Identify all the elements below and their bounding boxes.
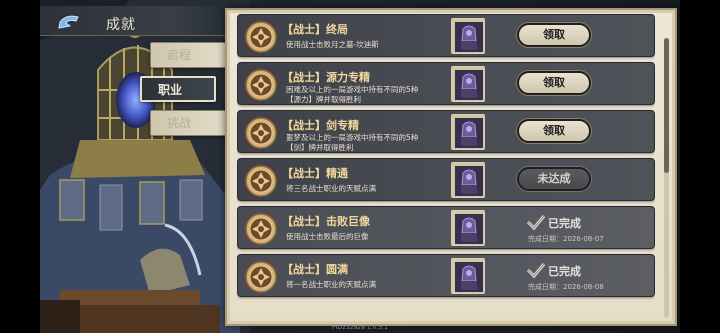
tab-journey[interactable]: 启程	[150, 42, 226, 68]
completed-status: 已完成 完成日期：2026-08-08	[524, 263, 604, 293]
completion-date: 完成日期：2026-08-08	[528, 283, 604, 291]
reward-card[interactable]	[451, 114, 485, 150]
checkmark-icon	[526, 263, 546, 279]
reward-card[interactable]	[451, 162, 485, 198]
back-arrow-icon[interactable]	[56, 12, 84, 32]
achievement-row: 【战士】终局使用战士击败月之墓-坎迪斯 领取	[237, 14, 655, 57]
reward-card[interactable]	[451, 258, 485, 294]
achievement-title: 【战士】精通	[282, 167, 348, 180]
achievement-panel: 【战士】终局使用战士击败月之墓-坎迪斯 领取 【战士】源力专精 困难及以上的一局游…	[225, 8, 677, 326]
achievement-title: 【战士】击败巨像	[282, 215, 370, 228]
achievement-description: 使用战士击败最后的巨像	[286, 232, 369, 241]
achievement-medal-icon	[245, 213, 277, 245]
reward-card[interactable]	[451, 66, 485, 102]
completion-date: 完成日期：2026-08-07	[528, 235, 604, 243]
achievement-description: 困难及以上的一局游戏中持有不同的5种 【源力】牌并取得胜利	[286, 85, 419, 104]
build-version: PID232928 1.0.5.1	[332, 324, 388, 331]
game-screen: 成就 启程 职业 挑战 【战士】终局使用战士击败月之墓-坎迪斯 领取 【战士】源…	[40, 0, 680, 333]
page-title: 成就	[106, 17, 136, 33]
achievement-description: 将一名战士职业的天赋点满	[286, 280, 376, 289]
warrior-card-icon	[452, 211, 484, 245]
warrior-card-icon	[452, 19, 484, 53]
achievement-row: 【战士】击败巨像使用战士击败最后的巨像 已完成 完成日期：2026-08-07	[237, 206, 655, 249]
warrior-card-icon	[452, 67, 484, 101]
achievement-title: 【战士】源力专精	[282, 71, 370, 84]
claim-button[interactable]: 领取	[517, 71, 591, 95]
top-header: 成就	[40, 6, 230, 36]
reward-card[interactable]	[451, 18, 485, 54]
warrior-card-icon	[452, 115, 484, 149]
achievement-title: 【战士】剑专精	[282, 119, 359, 132]
achievement-description: 噩梦及以上的一局游戏中持有不同的5种 【剑】牌并取得胜利	[286, 133, 419, 152]
completed-label: 已完成	[548, 217, 581, 230]
tab-class[interactable]: 职业	[140, 76, 216, 102]
achievement-row: 【战士】圆满将一名战士职业的天赋点满 已完成 完成日期：2026-08-08	[237, 254, 655, 297]
claim-button[interactable]: 领取	[517, 23, 591, 47]
achievement-list[interactable]: 【战士】终局使用战士击败月之墓-坎迪斯 领取 【战士】源力专精 困难及以上的一局游…	[237, 14, 655, 324]
achievement-medal-icon	[245, 261, 277, 293]
completed-label: 已完成	[548, 265, 581, 278]
achievement-description: 使用战士击败月之墓-坎迪斯	[286, 40, 379, 49]
achievement-medal-icon	[245, 117, 277, 149]
not-achieved-button: 未达成	[517, 167, 591, 191]
claim-button[interactable]: 领取	[517, 119, 591, 143]
warrior-card-icon	[452, 163, 484, 197]
reward-card[interactable]	[451, 210, 485, 246]
tab-challenge[interactable]: 挑战	[150, 110, 226, 136]
warrior-card-icon	[452, 259, 484, 293]
achievement-title: 【战士】圆满	[282, 263, 348, 276]
achievement-medal-icon	[245, 69, 277, 101]
scrollbar[interactable]	[664, 38, 669, 318]
achievement-row: 【战士】精通将三名战士职业的天赋点满 未达成	[237, 158, 655, 201]
achievement-row: 【战士】源力专精 困难及以上的一局游戏中持有不同的5种 【源力】牌并取得胜利 领取	[237, 62, 655, 105]
achievement-title: 【战士】终局	[282, 23, 348, 36]
achievement-medal-icon	[245, 21, 277, 53]
achievement-description: 将三名战士职业的天赋点满	[286, 184, 376, 193]
achievement-medal-icon	[245, 165, 277, 197]
checkmark-icon	[526, 215, 546, 231]
achievement-row: 【战士】剑专精 噩梦及以上的一局游戏中持有不同的5种 【剑】牌并取得胜利 领取	[237, 110, 655, 153]
scrollbar-thumb[interactable]	[664, 38, 669, 173]
completed-status: 已完成 完成日期：2026-08-07	[524, 215, 604, 245]
